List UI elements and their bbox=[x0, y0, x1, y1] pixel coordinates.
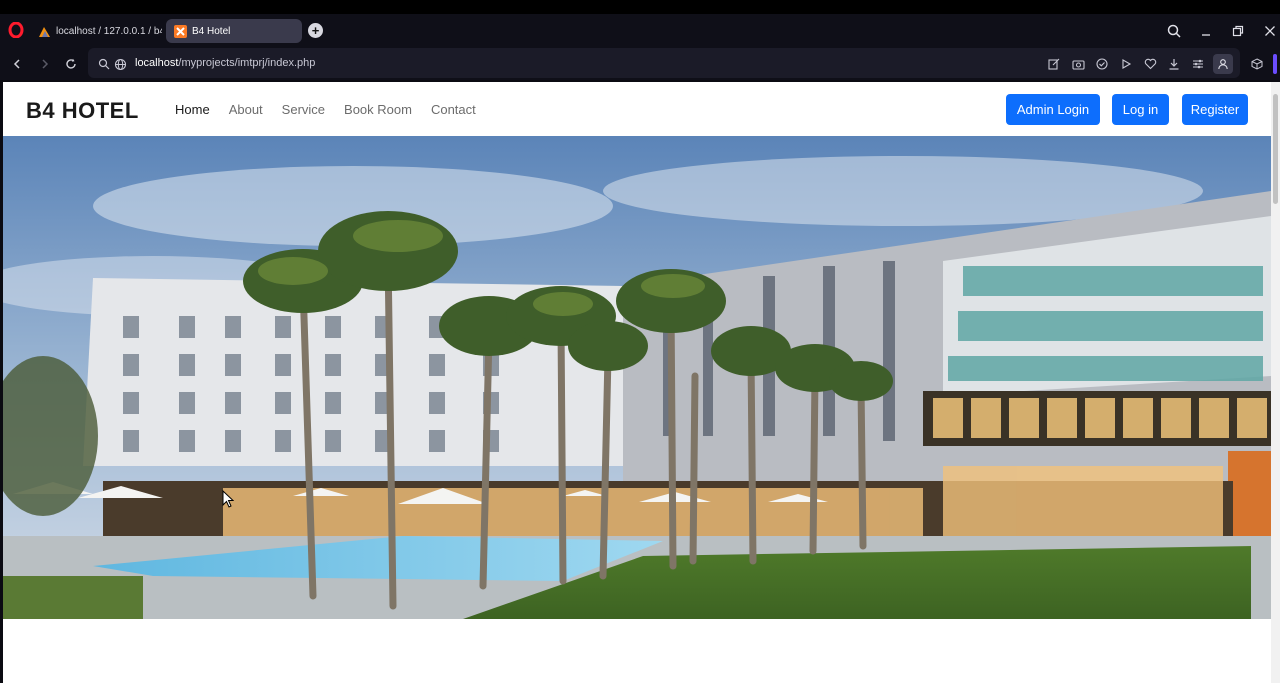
site-navbar: B4 HOTEL Home About Service Book Room Co… bbox=[3, 82, 1271, 136]
search-tabs-icon[interactable] bbox=[1163, 20, 1185, 42]
hotel-photo-illustration bbox=[3, 136, 1271, 619]
download-icon[interactable] bbox=[1166, 56, 1182, 72]
nav-service[interactable]: Service bbox=[282, 102, 325, 117]
play-icon[interactable] bbox=[1118, 56, 1134, 72]
url-host: localhost bbox=[135, 57, 179, 69]
register-button[interactable]: Register bbox=[1182, 94, 1248, 125]
browser-tab-bar: localhost / 127.0.0.1 / b4_ B4 Hotel + bbox=[0, 14, 1280, 48]
mouse-cursor-icon bbox=[222, 489, 235, 508]
site-settings-icon[interactable] bbox=[96, 56, 112, 72]
opera-logo-icon[interactable] bbox=[8, 21, 24, 39]
url-text[interactable]: localhost/myprojects/imtprj/index.php bbox=[135, 57, 315, 69]
heart-icon[interactable] bbox=[1142, 56, 1158, 72]
reload-icon[interactable] bbox=[62, 55, 80, 73]
tab-b4-hotel[interactable]: B4 Hotel bbox=[166, 19, 302, 43]
site-nav-links: Home About Service Book Room Contact bbox=[175, 102, 495, 117]
new-tab-button[interactable]: + bbox=[308, 23, 323, 38]
nav-book-room[interactable]: Book Room bbox=[344, 102, 412, 117]
scrollbar-thumb[interactable] bbox=[1273, 94, 1278, 204]
globe-icon bbox=[112, 56, 128, 72]
url-path: /myprojects/imtprj/index.php bbox=[178, 57, 316, 69]
back-icon[interactable] bbox=[8, 55, 26, 73]
tab-label: localhost / 127.0.0.1 / b4_ bbox=[56, 25, 162, 37]
camera-icon[interactable] bbox=[1070, 56, 1086, 72]
restore-icon[interactable] bbox=[1227, 20, 1249, 42]
shield-check-icon[interactable] bbox=[1094, 56, 1110, 72]
edit-icon[interactable] bbox=[1046, 56, 1062, 72]
minimize-icon[interactable] bbox=[1195, 20, 1217, 42]
browser-address-bar: localhost/myprojects/imtprj/index.php bbox=[0, 48, 1280, 80]
nav-about[interactable]: About bbox=[229, 102, 263, 117]
site-brand[interactable]: B4 HOTEL bbox=[26, 98, 139, 124]
nav-home[interactable]: Home bbox=[175, 102, 210, 117]
extensions-cube-icon[interactable] bbox=[1249, 56, 1265, 72]
login-button[interactable]: Log in bbox=[1112, 94, 1169, 125]
page-viewport: B4 HOTEL Home About Service Book Room Co… bbox=[3, 82, 1280, 683]
profile-icon[interactable] bbox=[1213, 54, 1233, 74]
nav-contact[interactable]: Contact bbox=[431, 102, 476, 117]
phpmyadmin-icon bbox=[38, 25, 51, 38]
xampp-icon bbox=[174, 24, 187, 38]
easy-setup-icon[interactable] bbox=[1190, 56, 1206, 72]
forward-icon[interactable] bbox=[36, 55, 54, 73]
sidebar-accent bbox=[1273, 54, 1277, 74]
tab-label: B4 Hotel bbox=[192, 25, 231, 37]
admin-login-button[interactable]: Admin Login bbox=[1006, 94, 1100, 125]
hero-image bbox=[3, 136, 1271, 619]
window-top-strip bbox=[0, 0, 1280, 14]
close-window-icon[interactable] bbox=[1259, 20, 1280, 42]
page-scrollbar[interactable] bbox=[1271, 82, 1280, 683]
tab-phpmyadmin[interactable]: localhost / 127.0.0.1 / b4_ bbox=[30, 19, 162, 43]
